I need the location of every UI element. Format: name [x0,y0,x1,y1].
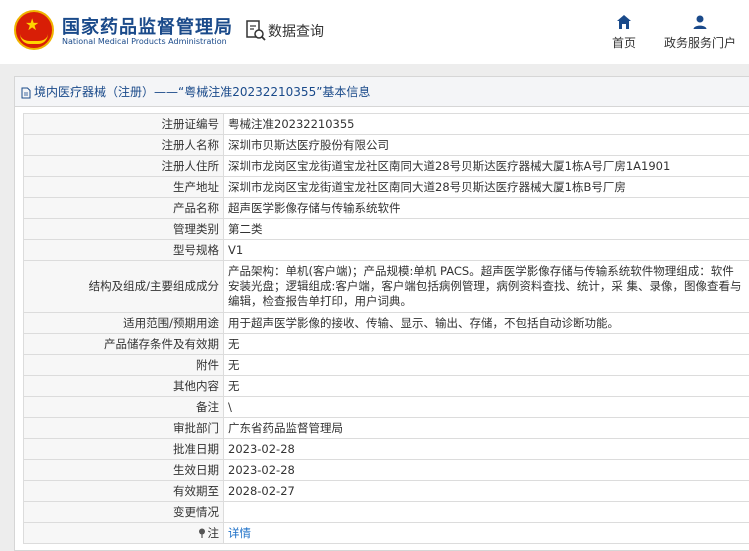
field-label: 变更情况 [23,501,224,523]
field-label: 备注 [23,396,224,418]
table-row: 批准日期 2023-02-28 [23,438,749,460]
table-row: 注册人名称 深圳市贝斯达医疗股份有限公司 [23,134,749,156]
table-row: 变更情况 [23,501,749,523]
data-query-link[interactable]: 数据查询 [268,21,324,41]
table-row: 审批部门 广东省药品监督管理局 [23,417,749,439]
nav-service-portal[interactable]: 政务服务门户 [660,14,740,51]
field-value: 深圳市贝斯达医疗股份有限公司 [223,134,749,156]
table-row: 结构及组成/主要组成成分 产品架构：单机(客户端)；产品规模:单机 PACS。超声… [23,260,749,313]
field-value [223,501,749,523]
table-row: 注册证编号 粤械注准20232210355 [23,113,749,135]
field-value: 详情 [223,522,749,544]
national-emblem-icon[interactable]: ★ [14,10,54,50]
document-search-icon[interactable] [246,20,266,42]
field-value: 粤械注准20232210355 [223,113,749,135]
field-label: 批准日期 [23,438,224,460]
field-value: 无 [223,354,749,376]
table-row: 生产地址 深圳市龙岗区宝龙街道宝龙社区南同大道28号贝斯达医疗器械大厦1栋B号厂房 [23,176,749,198]
table-row: 备注 \ [23,396,749,418]
field-label: 结构及组成/主要组成成分 [23,260,224,313]
panel-title: 境内医疗器械（注册）——“粤械注准20232210355”基本信息 [15,77,749,107]
field-label: 产品名称 [23,197,224,219]
site-header: ★ 国家药品监督管理局 National Medical Products Ad… [0,0,749,64]
field-value: V1 [223,239,749,261]
brand-title-en[interactable]: National Medical Products Administration [62,37,227,46]
field-label: 注 [23,522,224,544]
field-value: 深圳市龙岗区宝龙街道宝龙社区南同大道28号贝斯达医疗器械大厦1栋A号厂房1A19… [223,155,749,177]
field-value: 2023-02-28 [223,459,749,481]
nav-home-label: 首页 [611,36,636,50]
field-value: \ [223,396,749,418]
field-label: 其他内容 [23,375,224,397]
field-label: 适用范围/预期用途 [23,312,224,334]
field-label: 有效期至 [23,480,224,502]
panel-title-text: 境内医疗器械（注册）——“粤械注准20232210355”基本信息 [34,85,371,99]
brand-title-cn[interactable]: 国家药品监督管理局 [62,13,233,39]
table-row: 附件无 [23,354,749,376]
field-value: 超声医学影像存储与传输系统软件 [223,197,749,219]
field-value: 用于超声医学影像的接收、传输、显示、输出、存储，不包括自动诊断功能。 [223,312,749,334]
table-row: 生效日期 2023-02-28 [23,459,749,481]
table-row: 管理类别 第二类 [23,218,749,240]
table-row: 产品储存条件及有效期无 [23,333,749,355]
table-row: 其他内容无 [23,375,749,397]
field-value: 无 [223,375,749,397]
field-value: 深圳市龙岗区宝龙街道宝龙社区南同大道28号贝斯达医疗器械大厦1栋B号厂房 [223,176,749,198]
table-row: 有效期至 2028-02-27 [23,480,749,502]
star-icon: ★ [25,15,40,34]
table-row: 产品名称 超声医学影像存储与传输系统软件 [23,197,749,219]
field-value: 2028-02-27 [223,480,749,502]
field-label: 审批部门 [23,417,224,439]
field-label: 生产地址 [23,176,224,198]
home-icon [617,15,631,29]
user-icon [693,15,707,29]
field-value: 产品架构：单机(客户端)；产品规模:单机 PACS。超声医学影像存储与传输系统软… [223,260,749,313]
detail-panel: 境内医疗器械（注册）——“粤械注准20232210355”基本信息 注册证编号粤… [14,76,749,551]
table-row: 型号规格 V1 [23,239,749,261]
table-row: 适用范围/预期用途 用于超声医学影像的接收、传输、显示、输出、存储，不包括自动诊断… [23,312,749,334]
details-link[interactable]: 详情 [228,526,251,540]
table-row: 注 详情 [23,522,749,544]
note-label: 注 [207,525,220,540]
field-label: 附件 [23,354,224,376]
field-label: 生效日期 [23,459,224,481]
field-value: 2023-02-28 [223,438,749,460]
pin-icon [198,528,205,538]
field-label: 型号规格 [23,239,224,261]
document-icon [21,87,31,98]
field-label: 注册证编号 [23,113,224,135]
field-label: 注册人住所 [23,155,224,177]
field-label: 管理类别 [23,218,224,240]
field-value: 第二类 [223,218,749,240]
nav-home[interactable]: 首页 [606,14,642,51]
field-label: 产品储存条件及有效期 [23,333,224,355]
field-value: 广东省药品监督管理局 [223,417,749,439]
nav-service-label: 政务服务门户 [663,36,736,50]
table-row: 注册人住所 深圳市龙岗区宝龙街道宝龙社区南同大道28号贝斯达医疗器械大厦1栋A号厂… [23,155,749,177]
field-label: 注册人名称 [23,134,224,156]
info-table: 注册证编号 粤械注准20232210355 注册人名称 深圳市贝斯达医疗股份有限公司… [23,113,749,544]
field-value: 无 [223,333,749,355]
